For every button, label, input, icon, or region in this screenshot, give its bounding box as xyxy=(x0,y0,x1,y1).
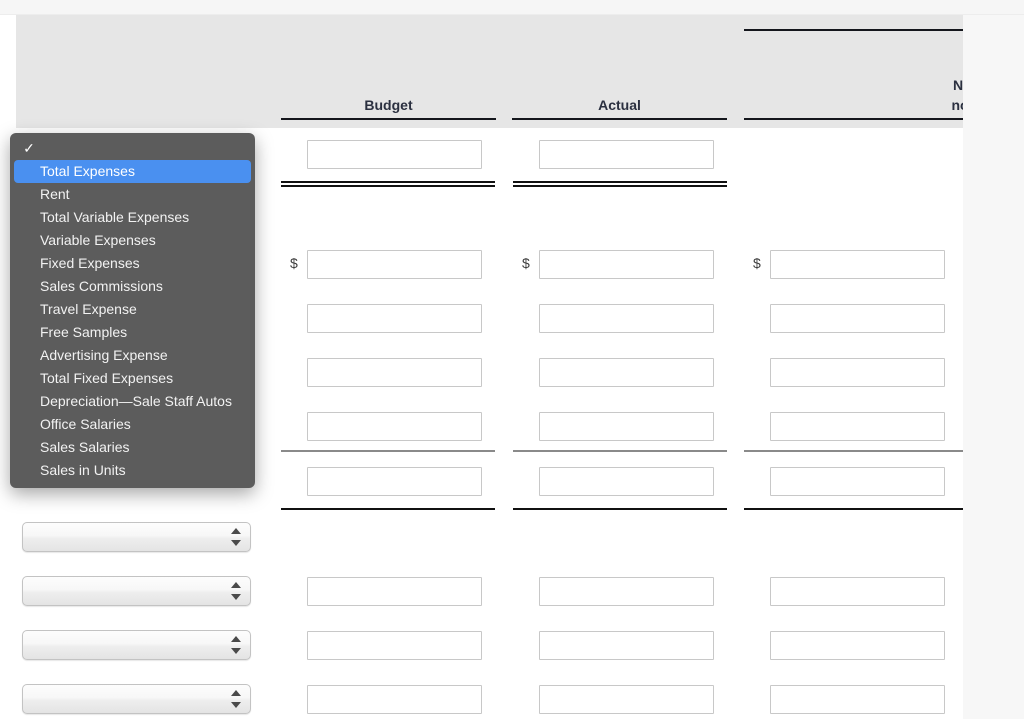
menu-item-fixed-expenses[interactable]: Fixed Expenses xyxy=(14,252,251,275)
amount-input-budget-row-4[interactable] xyxy=(307,412,482,441)
amount-input-actual-row-5[interactable] xyxy=(539,467,714,496)
column-header-budget: Budget xyxy=(281,95,496,120)
chevron-updown-icon xyxy=(231,635,242,655)
chevron-updown-icon xyxy=(231,689,242,709)
menu-item-advertising-expense-label: Advertising Expense xyxy=(40,347,168,363)
amount-input-variance-row-3[interactable] xyxy=(770,358,945,387)
account-dropdown-menu[interactable]: ✓ Total Expenses Rent Total Variable Exp… xyxy=(10,133,255,488)
menu-item-office-salaries-label: Office Salaries xyxy=(40,416,131,432)
amount-input-variance-row-5[interactable] xyxy=(770,467,945,496)
amount-input-actual-row-8[interactable] xyxy=(539,685,714,714)
amount-input-actual-row-4[interactable] xyxy=(539,412,714,441)
menu-item-variable-expenses-label: Variable Expenses xyxy=(40,232,156,248)
total-rule-budget xyxy=(281,181,495,187)
menu-item-fixed-expenses-label: Fixed Expenses xyxy=(40,255,140,271)
amount-input-budget-row-2[interactable] xyxy=(307,304,482,333)
menu-item-total-fixed-expenses[interactable]: Total Fixed Expenses xyxy=(14,367,251,390)
menu-item-sales-commissions-label: Sales Commissions xyxy=(40,278,163,294)
amount-input-actual-row-total-top[interactable] xyxy=(539,140,714,169)
section-rule-variance xyxy=(744,508,963,510)
menu-item-total-expenses-label: Total Expenses xyxy=(40,163,135,179)
amount-input-variance-row-6[interactable] xyxy=(770,577,945,606)
amount-input-actual-row-2[interactable] xyxy=(539,304,714,333)
currency-symbol-budget-subtotal: $ xyxy=(290,255,298,271)
amount-input-variance-row-7[interactable] xyxy=(770,631,945,660)
menu-item-depreciation-sale-staff-autos-label: Depreciation—Sale Staff Autos xyxy=(40,393,232,409)
amount-input-variance-row-2[interactable] xyxy=(770,304,945,333)
section-rule-actual xyxy=(513,508,727,510)
account-select-row-3[interactable] xyxy=(22,630,251,660)
amount-input-budget-row-3[interactable] xyxy=(307,358,482,387)
amount-input-budget-row-6[interactable] xyxy=(307,577,482,606)
menu-item-total-variable-expenses-label: Total Variable Expenses xyxy=(40,209,190,225)
variance-header-line-4: nor U xyxy=(951,97,963,113)
variance-header-line-1: Fa xyxy=(744,35,963,55)
amount-input-actual-row-6[interactable] xyxy=(539,577,714,606)
amount-input-budget-row-subtotal[interactable] xyxy=(307,250,482,279)
menu-item-office-salaries[interactable]: Office Salaries xyxy=(14,413,251,436)
account-select-row-1[interactable] xyxy=(22,522,251,552)
amount-input-budget-row-5[interactable] xyxy=(307,467,482,496)
chevron-updown-icon xyxy=(231,581,242,601)
table-header-band: Budget Actual Fa Un Neith nor U xyxy=(16,15,963,128)
amount-input-variance-row-4[interactable] xyxy=(770,412,945,441)
amount-input-actual-row-subtotal[interactable] xyxy=(539,250,714,279)
account-select-row-4[interactable] xyxy=(22,684,251,714)
menu-item-rent[interactable]: Rent xyxy=(14,183,251,206)
amount-input-variance-row-subtotal[interactable] xyxy=(770,250,945,279)
window-top-strip xyxy=(0,0,1024,15)
variance-header-line-2: Un xyxy=(744,55,963,75)
amount-input-budget-row-8[interactable] xyxy=(307,685,482,714)
column-header-variance: Fa Un Neith nor U xyxy=(744,29,963,120)
amount-input-actual-row-7[interactable] xyxy=(539,631,714,660)
menu-item-sales-commissions[interactable]: Sales Commissions xyxy=(14,275,251,298)
menu-item-blank[interactable]: ✓ xyxy=(14,137,251,160)
currency-symbol-variance-subtotal: $ xyxy=(753,255,761,271)
subtotal-rule-actual xyxy=(513,450,727,452)
menu-item-variable-expenses[interactable]: Variable Expenses xyxy=(14,229,251,252)
menu-item-total-expenses[interactable]: Total Expenses xyxy=(14,160,251,183)
menu-item-sales-salaries[interactable]: Sales Salaries xyxy=(14,436,251,459)
chevron-updown-icon xyxy=(231,527,242,547)
amount-input-budget-row-total-top[interactable] xyxy=(307,140,482,169)
amount-input-budget-row-7[interactable] xyxy=(307,631,482,660)
menu-item-advertising-expense[interactable]: Advertising Expense xyxy=(14,344,251,367)
menu-item-free-samples-label: Free Samples xyxy=(40,324,128,340)
menu-item-total-fixed-expenses-label: Total Fixed Expenses xyxy=(40,370,174,386)
menu-item-free-samples[interactable]: Free Samples xyxy=(14,321,251,344)
menu-item-depreciation-sale-staff-autos[interactable]: Depreciation—Sale Staff Autos xyxy=(14,390,251,413)
column-header-actual: Actual xyxy=(512,95,727,120)
subtotal-rule-variance xyxy=(744,450,963,452)
menu-item-travel-expense-label: Travel Expense xyxy=(40,301,137,317)
subtotal-rule-budget xyxy=(281,450,495,452)
menu-item-sales-salaries-label: Sales Salaries xyxy=(40,439,130,455)
variance-header-line-3: Neith xyxy=(953,77,963,93)
section-rule-budget xyxy=(281,508,495,510)
account-select-row-2[interactable] xyxy=(22,576,251,606)
menu-item-sales-in-units-label: Sales in Units xyxy=(40,462,126,478)
menu-item-travel-expense[interactable]: Travel Expense xyxy=(14,298,251,321)
amount-input-actual-row-3[interactable] xyxy=(539,358,714,387)
total-rule-actual xyxy=(513,181,727,187)
amount-input-variance-row-8[interactable] xyxy=(770,685,945,714)
menu-item-rent-label: Rent xyxy=(40,186,70,202)
checkmark-icon: ✓ xyxy=(23,140,35,156)
currency-symbol-actual-subtotal: $ xyxy=(522,255,530,271)
menu-item-total-variable-expenses[interactable]: Total Variable Expenses xyxy=(14,206,251,229)
menu-item-sales-in-units[interactable]: Sales in Units xyxy=(14,459,251,482)
